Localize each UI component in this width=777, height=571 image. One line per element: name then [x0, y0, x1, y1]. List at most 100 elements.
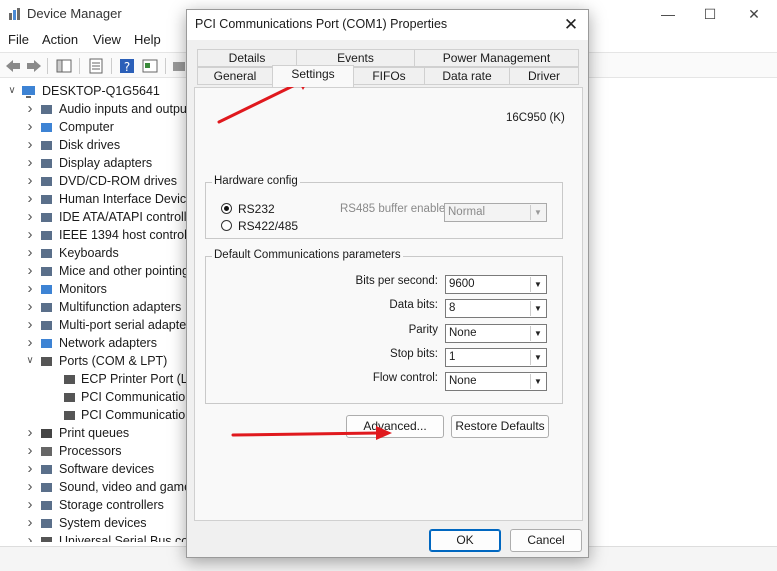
port-icon: [64, 411, 75, 420]
tree-item-label: IEEE 1394 host controlle: [59, 228, 197, 242]
chevron-right-icon[interactable]: ›: [24, 263, 36, 278]
chevron-right-icon[interactable]: ›: [24, 209, 36, 224]
chevron-down-icon[interactable]: ∨: [6, 85, 18, 97]
port-icon: [41, 357, 52, 366]
processor-icon: [41, 447, 52, 456]
scan-hardware-icon[interactable]: [141, 57, 159, 75]
menu-view[interactable]: View: [93, 32, 121, 47]
close-button[interactable]: ✕: [736, 4, 772, 24]
tree-item-label: Software devices: [59, 462, 155, 476]
chevron-right-icon[interactable]: ›: [24, 443, 36, 458]
tree-item-label: System devices: [59, 516, 147, 530]
chevron-right-icon[interactable]: ›: [24, 155, 36, 170]
show-hide-tree-icon[interactable]: [55, 57, 73, 75]
data-bits-select[interactable]: 8 ▼: [445, 299, 547, 318]
tab-driver[interactable]: Driver: [509, 67, 579, 85]
chevron-down-icon[interactable]: ∨: [24, 355, 36, 367]
firewire-icon: [41, 231, 52, 240]
minimize-button[interactable]: —: [650, 4, 686, 24]
chevron-right-icon[interactable]: ›: [24, 119, 36, 134]
flow-control-value: None: [449, 375, 477, 387]
tree-item-label: Sound, video and game: [59, 480, 192, 494]
maximize-button[interactable]: ☐: [692, 4, 728, 24]
chevron-down-icon: ▼: [530, 350, 545, 365]
menu-action[interactable]: Action: [42, 32, 78, 47]
tree-item-label: Network adapters: [59, 336, 157, 350]
tree-item-label: Human Interface Device: [59, 192, 194, 206]
tab-data-rate[interactable]: Data rate: [424, 67, 510, 85]
toolbar-separator: [111, 58, 112, 74]
data-bits-label: Data bits:: [389, 299, 438, 311]
chevron-down-icon: ▼: [530, 301, 545, 316]
chevron-right-icon[interactable]: ›: [24, 299, 36, 314]
rs422-485-radio[interactable]: [221, 220, 232, 231]
chevron-right-icon[interactable]: ›: [24, 245, 36, 260]
mouse-icon: [41, 267, 52, 276]
rs422-485-label: RS422/485: [238, 219, 299, 233]
help-icon[interactable]: ?: [118, 57, 136, 75]
chevron-down-icon: ▼: [530, 374, 545, 389]
toolbar-separator: [47, 58, 48, 74]
chevron-right-icon[interactable]: ›: [24, 191, 36, 206]
tree-item-label: PCI Communication: [81, 408, 193, 422]
computer-icon: [22, 86, 35, 98]
serial-adapter-icon: [41, 321, 52, 330]
hardware-config-title: Hardware config: [212, 175, 300, 187]
cancel-button[interactable]: Cancel: [510, 529, 582, 552]
chevron-right-icon[interactable]: ›: [24, 479, 36, 494]
ok-button[interactable]: OK: [429, 529, 501, 552]
chevron-right-icon[interactable]: ›: [24, 533, 36, 542]
tree-root-label: DESKTOP-Q1G5641: [42, 84, 160, 98]
chevron-right-icon[interactable]: ›: [24, 497, 36, 512]
tree-item-label: Mice and other pointing: [59, 264, 189, 278]
printer-icon: [41, 429, 52, 438]
back-arrow-icon[interactable]: [4, 57, 22, 75]
chevron-right-icon[interactable]: ›: [24, 317, 36, 332]
dialog-close-button[interactable]: ✕: [559, 14, 583, 36]
svg-text:?: ?: [124, 60, 130, 74]
tree-item-label: Display adapters: [59, 156, 153, 170]
rs232-radio[interactable]: [221, 203, 232, 214]
chevron-right-icon[interactable]: ›: [24, 101, 36, 116]
chevron-right-icon[interactable]: ›: [24, 425, 36, 440]
chevron-right-icon[interactable]: ›: [24, 227, 36, 242]
forward-arrow-icon[interactable]: [25, 57, 43, 75]
port-icon: [64, 375, 75, 384]
stop-bits-select[interactable]: 1 ▼: [445, 348, 547, 367]
tree-item-label: IDE ATA/ATAPI controlle: [59, 210, 194, 224]
speaker-icon: [41, 483, 52, 492]
restore-defaults-button[interactable]: Restore Defaults: [451, 415, 549, 438]
stop-bits-label: Stop bits:: [390, 348, 438, 360]
tab-power-management[interactable]: Power Management: [414, 49, 579, 67]
parity-value: None: [449, 327, 477, 339]
flow-control-select[interactable]: None ▼: [445, 372, 547, 391]
tree-item-label: Disk drives: [59, 138, 121, 152]
chevron-right-icon[interactable]: ›: [24, 461, 36, 476]
tab-settings[interactable]: Settings: [272, 65, 354, 87]
properties-icon[interactable]: [87, 57, 105, 75]
ide-controller-icon: [41, 213, 52, 222]
chevron-down-icon: ▼: [530, 277, 545, 292]
tree-item-label: Audio inputs and outpu: [59, 102, 187, 116]
chevron-right-icon[interactable]: ›: [24, 335, 36, 350]
bits-per-second-select[interactable]: 9600 ▼: [445, 275, 547, 294]
tree-item-label: Keyboards: [59, 246, 119, 260]
chevron-right-icon[interactable]: ›: [24, 281, 36, 296]
uart-model-label: 16C950 (K): [506, 112, 565, 124]
rs485-buffer-value: Normal: [448, 206, 486, 218]
chevron-down-icon: ▼: [530, 205, 545, 220]
hid-icon: [41, 195, 52, 204]
toolbar-separator: [165, 58, 166, 74]
annotation-arrow-advanced: [231, 426, 392, 440]
chevron-right-icon[interactable]: ›: [24, 173, 36, 188]
chevron-right-icon[interactable]: ›: [24, 137, 36, 152]
storage-controller-icon: [41, 501, 52, 510]
tab-fifos[interactable]: FIFOs: [353, 67, 425, 85]
dialog-title: PCI Communications Port (COM1) Propertie…: [195, 17, 448, 31]
settings-panel: 16C950 (K) Hardware config RS232 RS422/4…: [194, 87, 583, 521]
parity-select[interactable]: None ▼: [445, 324, 547, 343]
menu-help[interactable]: Help: [134, 32, 161, 47]
menu-file[interactable]: File: [8, 32, 29, 47]
system-device-icon: [41, 519, 52, 528]
chevron-right-icon[interactable]: ›: [24, 515, 36, 530]
